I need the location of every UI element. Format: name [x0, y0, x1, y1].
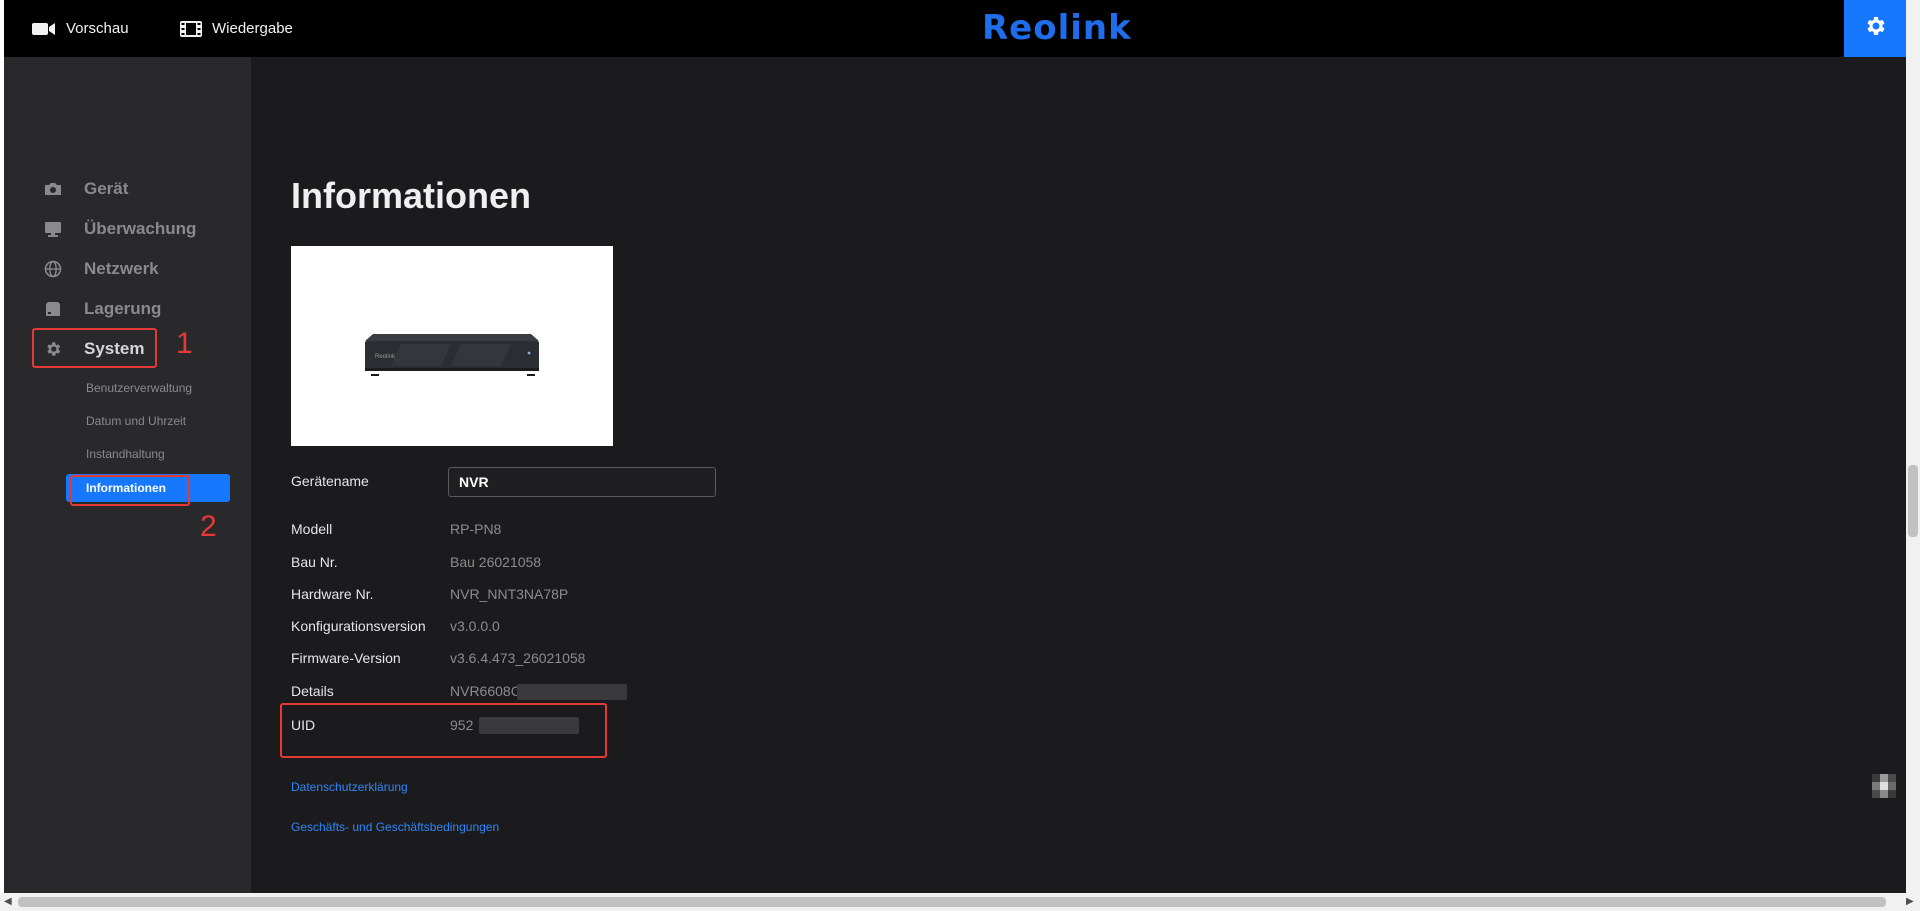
details-value: NVR6608C: [450, 683, 521, 699]
settings-button[interactable]: [1844, 0, 1906, 57]
sidebar-item-label: Lagerung: [84, 299, 162, 318]
config-version-value: v3.0.0.0: [450, 618, 500, 634]
main-content: Informationen Reolink Gerätename Modell …: [251, 57, 1906, 893]
sidebar-item-label: Gerät: [84, 179, 129, 198]
playback-button[interactable]: Wiedergabe: [180, 0, 293, 57]
privacy-policy-link[interactable]: Datenschutzerklärung: [291, 780, 408, 794]
device-name-input[interactable]: [448, 467, 716, 497]
reolink-logo: Reolink: [982, 8, 1132, 48]
horizontal-scrollbar-thumb[interactable]: [18, 897, 1886, 907]
details-redaction: [517, 684, 627, 700]
sidebar-item-label: Netzwerk: [84, 259, 159, 278]
monitor-icon: [42, 221, 64, 237]
sidebar-item-storage[interactable]: Lagerung: [42, 294, 161, 324]
gear-icon: [1863, 14, 1887, 43]
annotation-box-2: [70, 475, 190, 506]
model-label: Modell: [291, 521, 333, 537]
model-value: RP-PN8: [450, 521, 502, 537]
device-brand-label: Reolink: [375, 354, 396, 360]
preview-label: Vorschau: [66, 20, 129, 37]
globe-icon: [42, 260, 64, 278]
subitem-maintenance[interactable]: Instandhaltung: [86, 443, 165, 465]
vertical-scrollbar-thumb[interactable]: [1908, 465, 1918, 537]
terms-link[interactable]: Geschäfts- und Geschäftsbedingungen: [291, 820, 499, 834]
playback-label: Wiedergabe: [212, 20, 293, 37]
preview-button[interactable]: Vorschau: [32, 0, 129, 57]
config-version-label: Konfigurationsversion: [291, 618, 426, 634]
device-image: Reolink: [291, 246, 613, 446]
storage-icon: [42, 301, 64, 317]
film-icon: [180, 20, 202, 37]
sidebar-item-network[interactable]: Netzwerk: [42, 254, 159, 284]
horizontal-scrollbar[interactable]: ◀ ▶: [0, 893, 1920, 911]
sidebar-item-label: Überwachung: [84, 219, 197, 238]
vertical-scrollbar[interactable]: [1906, 0, 1920, 893]
camera-icon: [42, 182, 64, 196]
subitem-user-management[interactable]: Benutzerverwaltung: [86, 377, 192, 399]
sidebar-item-monitoring[interactable]: Überwachung: [42, 214, 196, 244]
hardware-label: Hardware Nr.: [291, 586, 374, 602]
app-window: Vorschau Wiedergabe Reolink Gerät Überwa…: [4, 0, 1906, 893]
sidebar-item-device[interactable]: Gerät: [42, 174, 128, 204]
page-title: Informationen: [291, 175, 531, 216]
build-label: Bau Nr.: [291, 554, 338, 570]
scroll-left-arrow-icon[interactable]: ◀: [4, 896, 12, 907]
annotation-number-1: 1: [176, 327, 193, 360]
firmware-value: v3.6.4.473_26021058: [450, 650, 586, 666]
subitem-date-time[interactable]: Datum und Uhrzeit: [86, 410, 186, 432]
annotation-number-2: 2: [200, 510, 217, 543]
scroll-right-arrow-icon[interactable]: ▶: [1906, 896, 1914, 907]
top-bar: Vorschau Wiedergabe Reolink: [4, 0, 1906, 57]
floating-widget-icon[interactable]: [1864, 766, 1904, 806]
firmware-label: Firmware-Version: [291, 650, 401, 666]
build-value: Bau 26021058: [450, 554, 542, 570]
video-camera-icon: [32, 21, 56, 37]
details-label: Details: [291, 683, 334, 699]
device-name-label: Gerätename: [291, 473, 369, 489]
annotation-box-uid: [280, 703, 607, 758]
hardware-value: NVR_NNT3NA78P: [450, 586, 569, 602]
annotation-box-1: [32, 328, 157, 368]
sidebar: Gerät Überwachung Netzwerk Lagerung Syst…: [4, 57, 251, 893]
